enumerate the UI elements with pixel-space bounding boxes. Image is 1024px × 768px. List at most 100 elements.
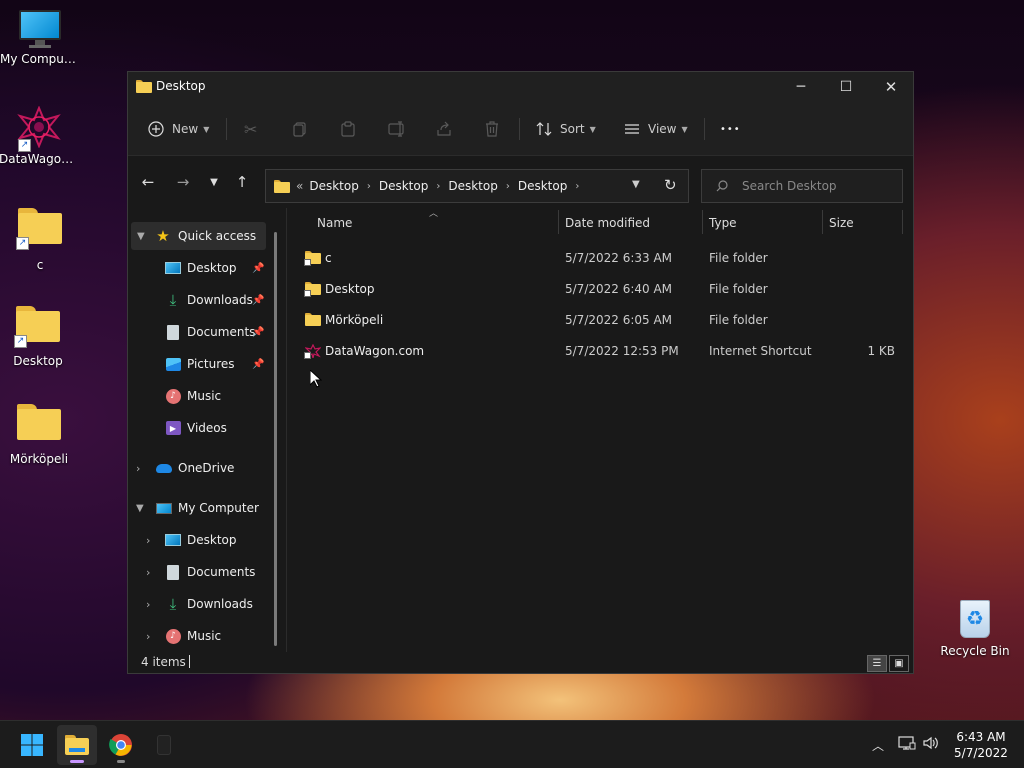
nav-quick-documents[interactable]: Documents 📌 (128, 318, 266, 346)
nav-quick-desktop[interactable]: Desktop 📌 (128, 254, 266, 282)
chevron-down-icon[interactable]: ▼ (632, 179, 640, 190)
taskbar-chrome[interactable] (101, 725, 141, 765)
nav-computer-desktop[interactable]: › Desktop (128, 526, 266, 554)
clock-date: 5/7/2022 (954, 746, 1008, 760)
pin-icon[interactable]: 📌 (252, 327, 264, 338)
nav-quick-music[interactable]: ♪ Music (128, 382, 266, 410)
desktop-icon (165, 532, 181, 548)
breadcrumb-separator[interactable]: › (367, 181, 371, 192)
desktop-icon-morkopeli[interactable]: Mörköpeli (0, 404, 79, 466)
nav-computer-music[interactable]: › ♪ Music (128, 622, 266, 650)
delete-icon[interactable] (484, 116, 500, 142)
title-bar[interactable]: Desktop ─ ☐ ✕ (128, 72, 913, 102)
file-date: 5/7/2022 6:33 AM (565, 251, 673, 265)
desktop-icon-c[interactable]: ↗ c (0, 208, 80, 272)
desktop-icon-my-computer[interactable]: My Computer (0, 10, 80, 66)
volume-icon[interactable] (922, 735, 940, 755)
new-button[interactable]: New ▼ (148, 116, 209, 142)
navigation-pane-scrollbar[interactable] (274, 232, 277, 646)
forward-button[interactable]: → (170, 170, 196, 194)
paste-icon[interactable] (340, 116, 356, 142)
folder-shortcut-icon (304, 251, 321, 266)
view-button[interactable]: View ▼ (624, 116, 688, 142)
taskbar: ︿ 6:43 AM 5/7/2022 (0, 720, 1024, 768)
pin-icon[interactable]: 📌 (252, 295, 264, 306)
column-header-name[interactable]: Name (317, 216, 352, 230)
tray-overflow-chevron-icon[interactable]: ︿ (872, 737, 884, 754)
file-row[interactable]: c 5/7/2022 6:33 AM File folder (287, 242, 914, 273)
folder-icon (305, 313, 321, 326)
share-icon[interactable] (436, 116, 452, 142)
nav-my-computer[interactable]: ▼ My Computer (128, 494, 266, 522)
chevron-right-icon[interactable]: › (146, 630, 150, 643)
breadcrumb-separator[interactable]: › (575, 181, 579, 192)
address-bar[interactable]: « Desktop › Desktop › Desktop › Desktop … (265, 169, 689, 203)
chevron-right-icon[interactable]: › (136, 462, 140, 475)
details-view-icon[interactable]: ☰ (867, 655, 887, 672)
desktop-icon-datawagon[interactable]: ↗ DataWagon... (0, 105, 79, 166)
chevron-down-icon[interactable]: ▼ (137, 231, 145, 242)
column-header-size[interactable]: Size (829, 216, 854, 230)
pin-icon[interactable]: 📌 (252, 263, 264, 274)
breadcrumb-item[interactable]: Desktop (518, 179, 568, 193)
nav-item-label: OneDrive (178, 461, 235, 475)
breadcrumb-item[interactable]: Desktop (309, 179, 359, 193)
network-icon[interactable] (898, 735, 916, 755)
file-name: DataWagon.com (325, 344, 425, 358)
desktop-icon-label: Recycle Bin (940, 644, 1010, 658)
breadcrumb-overflow[interactable]: « (296, 179, 303, 193)
up-button[interactable]: ↑ (229, 170, 255, 194)
pin-icon[interactable]: 📌 (252, 359, 264, 370)
file-explorer-icon (65, 735, 89, 755)
start-button[interactable] (12, 725, 52, 765)
sort-button[interactable]: Sort ▼ (536, 116, 596, 142)
nav-computer-downloads[interactable]: › ⤓ Downloads (128, 590, 266, 618)
chevron-right-icon[interactable]: › (146, 534, 150, 547)
desktop-icon-recycle-bin[interactable]: ♻ Recycle Bin (935, 596, 1015, 658)
computer-icon (156, 500, 172, 516)
column-header-date[interactable]: Date modified (565, 216, 650, 230)
breadcrumb-separator[interactable]: › (436, 181, 440, 192)
file-row[interactable]: Desktop 5/7/2022 6:40 AM File folder (287, 273, 914, 304)
minimize-button[interactable]: ─ (778, 72, 824, 102)
refresh-icon[interactable]: ↻ (664, 176, 677, 194)
status-bar: 4 items ☰ ▣ (128, 652, 913, 674)
taskbar-file-explorer[interactable] (57, 725, 97, 765)
chevron-right-icon[interactable]: › (146, 598, 150, 611)
file-row[interactable]: DataWagon.com 5/7/2022 12:53 PM Internet… (287, 335, 914, 366)
desktop-icon-desktop[interactable]: ↗ Desktop (0, 306, 78, 368)
large-icons-view-icon[interactable]: ▣ (889, 655, 909, 672)
file-type: Internet Shortcut (709, 344, 812, 358)
file-row[interactable]: Mörköpeli 5/7/2022 6:05 AM File folder (287, 304, 914, 335)
folder-icon (17, 404, 61, 440)
nav-quick-downloads[interactable]: ⤓ Downloads 📌 (128, 286, 266, 314)
search-input[interactable]: Search Desktop (742, 179, 837, 193)
maximize-button[interactable]: ☐ (823, 72, 869, 102)
taskbar-app[interactable] (144, 725, 184, 765)
column-headers: ︿ Name Date modified Type Size (287, 208, 914, 236)
taskbar-clock[interactable]: 6:43 AM 5/7/2022 (948, 729, 1014, 761)
rename-icon[interactable] (388, 116, 406, 142)
file-type: File folder (709, 313, 768, 327)
breadcrumb-item[interactable]: Desktop (379, 179, 429, 193)
recent-locations-button[interactable]: ▼ (201, 170, 227, 194)
copy-icon[interactable] (292, 116, 308, 142)
chevron-down-icon[interactable]: ▼ (136, 503, 144, 514)
nav-quick-pictures[interactable]: Pictures 📌 (128, 350, 266, 378)
cut-icon[interactable]: ✂ (244, 116, 257, 142)
breadcrumb-separator[interactable]: › (506, 181, 510, 192)
chevron-right-icon[interactable]: › (146, 566, 150, 579)
desktop-icon-label: c (36, 258, 44, 272)
nav-onedrive[interactable]: › OneDrive (128, 454, 266, 482)
close-button[interactable]: ✕ (868, 72, 914, 102)
nav-quick-access[interactable]: ▼ ★ Quick access (131, 222, 266, 250)
file-name: c (325, 251, 332, 265)
column-header-type[interactable]: Type (709, 216, 737, 230)
search-box[interactable]: Search Desktop (701, 169, 903, 203)
nav-quick-videos[interactable]: ▶ Videos (128, 414, 266, 442)
desktop-icon-label: DataWagon... (0, 152, 79, 166)
breadcrumb-item[interactable]: Desktop (448, 179, 498, 193)
more-options-button[interactable]: ••• (720, 116, 741, 142)
nav-computer-documents[interactable]: › Documents (128, 558, 266, 586)
back-button[interactable]: ← (135, 170, 161, 194)
